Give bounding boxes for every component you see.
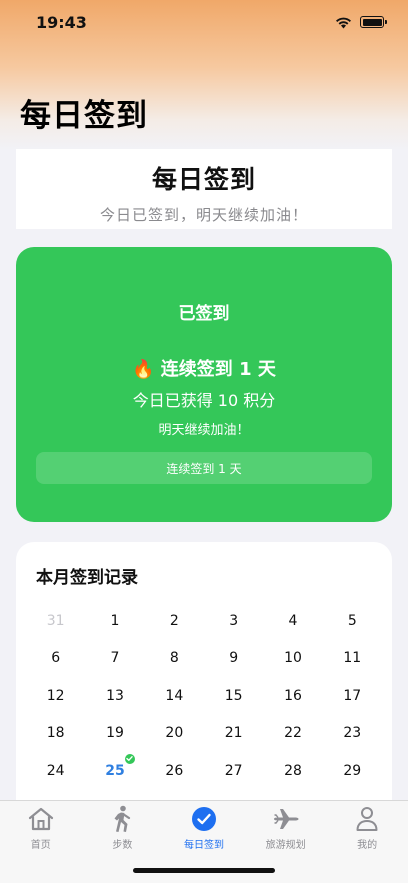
- calendar-day[interactable]: 20: [145, 725, 204, 741]
- calendar-day[interactable]: 21: [204, 725, 263, 741]
- checkin-status-label: 已签到: [178, 304, 230, 324]
- tab-label: 首页: [30, 840, 51, 851]
- header-card-title: 每日签到: [151, 165, 256, 194]
- tab-steps[interactable]: 步数: [82, 805, 164, 851]
- calendar-day[interactable]: 13: [85, 688, 144, 704]
- walking-person-icon: [107, 805, 137, 833]
- calendar-day[interactable]: 16: [263, 688, 322, 704]
- calendar-week-row: 31 1 2 3 4 5: [26, 602, 382, 640]
- battery-icon: [360, 16, 387, 28]
- calendar-day[interactable]: 7: [85, 650, 144, 666]
- calendar-title: 本月签到记录: [36, 568, 138, 588]
- home-indicator: [133, 868, 275, 873]
- calendar-week-row: 6 7 8 9 10 11: [26, 640, 382, 678]
- person-icon: [352, 805, 382, 833]
- streak-pill: 连续签到 1 天: [36, 452, 372, 484]
- calendar-day[interactable]: 26: [145, 763, 204, 779]
- tab-daily-checkin[interactable]: 每日签到: [163, 805, 245, 851]
- checkin-status-card: 已签到 🔥 连续签到 1 天 今日已获得 10 积分 明天继续加油！ 连续签到 …: [16, 247, 392, 522]
- calendar-day[interactable]: 5: [323, 613, 382, 629]
- checkmark-circle-icon: [189, 805, 219, 833]
- calendar-week-row: 24 25 26 27 28 29: [26, 752, 382, 790]
- calendar-day[interactable]: 17: [323, 688, 382, 704]
- tab-travel-planning[interactable]: 旅游规划: [245, 805, 327, 851]
- streak-text: 🔥 连续签到 1 天: [132, 359, 276, 380]
- header-card-subtitle: 今日已签到，明天继续加油！: [99, 206, 308, 224]
- calendar-day[interactable]: 15: [204, 688, 263, 704]
- calendar-day[interactable]: 19: [85, 725, 144, 741]
- calendar-day[interactable]: 25: [85, 753, 144, 779]
- calendar-day[interactable]: 1: [85, 613, 144, 629]
- calendar-day[interactable]: 28: [263, 763, 322, 779]
- calendar-day[interactable]: 29: [323, 763, 382, 779]
- points-earned-text: 今日已获得 10 积分: [132, 391, 276, 410]
- calendar-day[interactable]: 8: [145, 650, 204, 666]
- tab-label: 步数: [112, 840, 133, 851]
- calendar-day[interactable]: 10: [263, 650, 322, 666]
- calendar-card: 本月签到记录 31 1 2 3 4 5 6 7 8 9 10 11 12 13 14 15 16 17 18 19 20…: [16, 542, 392, 842]
- status-icons: [335, 16, 387, 29]
- airplane-icon: [271, 805, 301, 833]
- tab-label: 每日签到: [183, 840, 224, 851]
- calendar-day[interactable]: 6: [26, 650, 85, 666]
- calendar-day[interactable]: 2: [145, 613, 204, 629]
- checked-badge-icon: [124, 753, 135, 764]
- calendar-grid: 31 1 2 3 4 5 6 7 8 9 10 11 12 13 14 15 16 17 18 19 20 21 22 23 2…: [26, 602, 382, 790]
- calendar-day[interactable]: 31: [26, 613, 85, 629]
- calendar-day[interactable]: 11: [323, 650, 382, 666]
- tab-label: 我的: [357, 840, 378, 851]
- calendar-day[interactable]: 12: [26, 688, 85, 704]
- calendar-day[interactable]: 14: [145, 688, 204, 704]
- calendar-day[interactable]: 9: [204, 650, 263, 666]
- calendar-day[interactable]: 22: [263, 725, 322, 741]
- calendar-week-row: 18 19 20 21 22 23: [26, 715, 382, 753]
- calendar-day[interactable]: 3: [204, 613, 263, 629]
- calendar-day[interactable]: 24: [26, 763, 85, 779]
- calendar-day[interactable]: 18: [26, 725, 85, 741]
- tab-label: 旅游规划: [265, 840, 306, 851]
- page-title: 每日签到: [20, 98, 148, 134]
- house-icon: [26, 805, 56, 833]
- tab-home[interactable]: 首页: [0, 805, 82, 851]
- header-card: 每日签到 今日已签到，明天继续加油！: [16, 149, 392, 229]
- calendar-day[interactable]: 27: [204, 763, 263, 779]
- status-bar: 19:43: [0, 0, 408, 44]
- wifi-icon: [336, 17, 351, 28]
- calendar-day[interactable]: 23: [323, 725, 382, 741]
- tab-profile[interactable]: 我的: [326, 805, 408, 851]
- calendar-day[interactable]: 4: [263, 613, 322, 629]
- encouragement-text: 明天继续加油！: [158, 423, 250, 438]
- calendar-week-row: 12 13 14 15 16 17: [26, 677, 382, 715]
- status-time: 19:43: [36, 12, 87, 32]
